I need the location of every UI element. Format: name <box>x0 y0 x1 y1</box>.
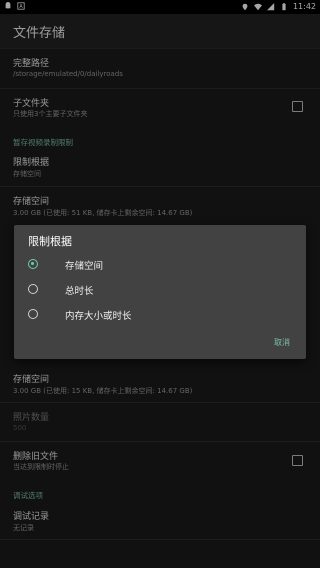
radio-unselected-icon[interactable] <box>28 284 38 294</box>
limit-basis-dialog: 限制根据 存储空间 总时长 内存大小或时长 取消 <box>14 225 306 359</box>
option-label: 存储空间 <box>65 261 104 272</box>
cancel-button[interactable]: 取消 <box>274 337 290 348</box>
radio-unselected-icon[interactable] <box>28 309 38 319</box>
option-label: 总时长 <box>65 286 94 297</box>
option-label: 内存大小或时长 <box>65 311 132 322</box>
radio-selected-icon[interactable] <box>28 259 38 269</box>
option-memory-or-duration[interactable]: 内存大小或时长 <box>28 307 288 325</box>
dialog-title: 限制根据 <box>28 235 72 248</box>
option-storage-space[interactable]: 存储空间 <box>28 257 288 275</box>
option-total-duration[interactable]: 总时长 <box>28 282 288 300</box>
